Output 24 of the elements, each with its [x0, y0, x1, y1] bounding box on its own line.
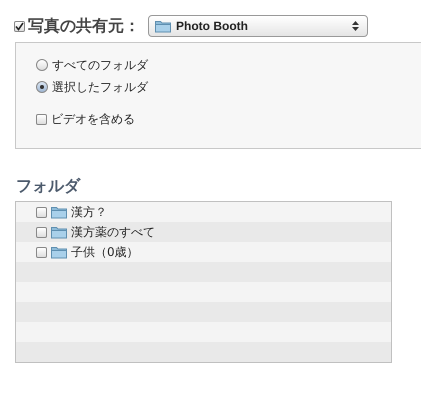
list-row[interactable]: 子供（0歳） — [16, 242, 391, 262]
radio-button[interactable] — [36, 59, 48, 71]
list-row[interactable]: 漢方？ — [16, 202, 391, 222]
folder-name[interactable]: 漢方薬のすべて — [71, 224, 155, 240]
share-label: 写真の共有元： — [28, 16, 140, 36]
checkbox[interactable] — [36, 206, 47, 218]
option-label: ビデオを含める — [51, 110, 135, 128]
folder-name[interactable]: 子供（0歳） — [71, 244, 139, 260]
source-popup[interactable]: Photo Booth — [148, 15, 368, 37]
section-heading: フォルダ — [16, 176, 82, 197]
checkbox[interactable] — [36, 246, 47, 258]
share-checkbox[interactable] — [14, 20, 25, 32]
radio-button[interactable] — [36, 81, 48, 93]
folder-icon — [155, 20, 171, 32]
list-row[interactable]: 漢方薬のすべて — [16, 222, 391, 242]
checkbox[interactable] — [36, 114, 47, 124]
folder-icon — [51, 226, 67, 238]
folder-icon — [51, 246, 67, 258]
option-label: 選択したフォルダ — [52, 78, 148, 96]
folder-icon — [51, 206, 67, 218]
checkbox[interactable] — [36, 226, 47, 238]
folder-name[interactable]: 漢方？ — [71, 204, 107, 220]
stepper-arrows-icon — [352, 21, 359, 31]
option-label: すべてのフォルダ — [52, 56, 148, 74]
